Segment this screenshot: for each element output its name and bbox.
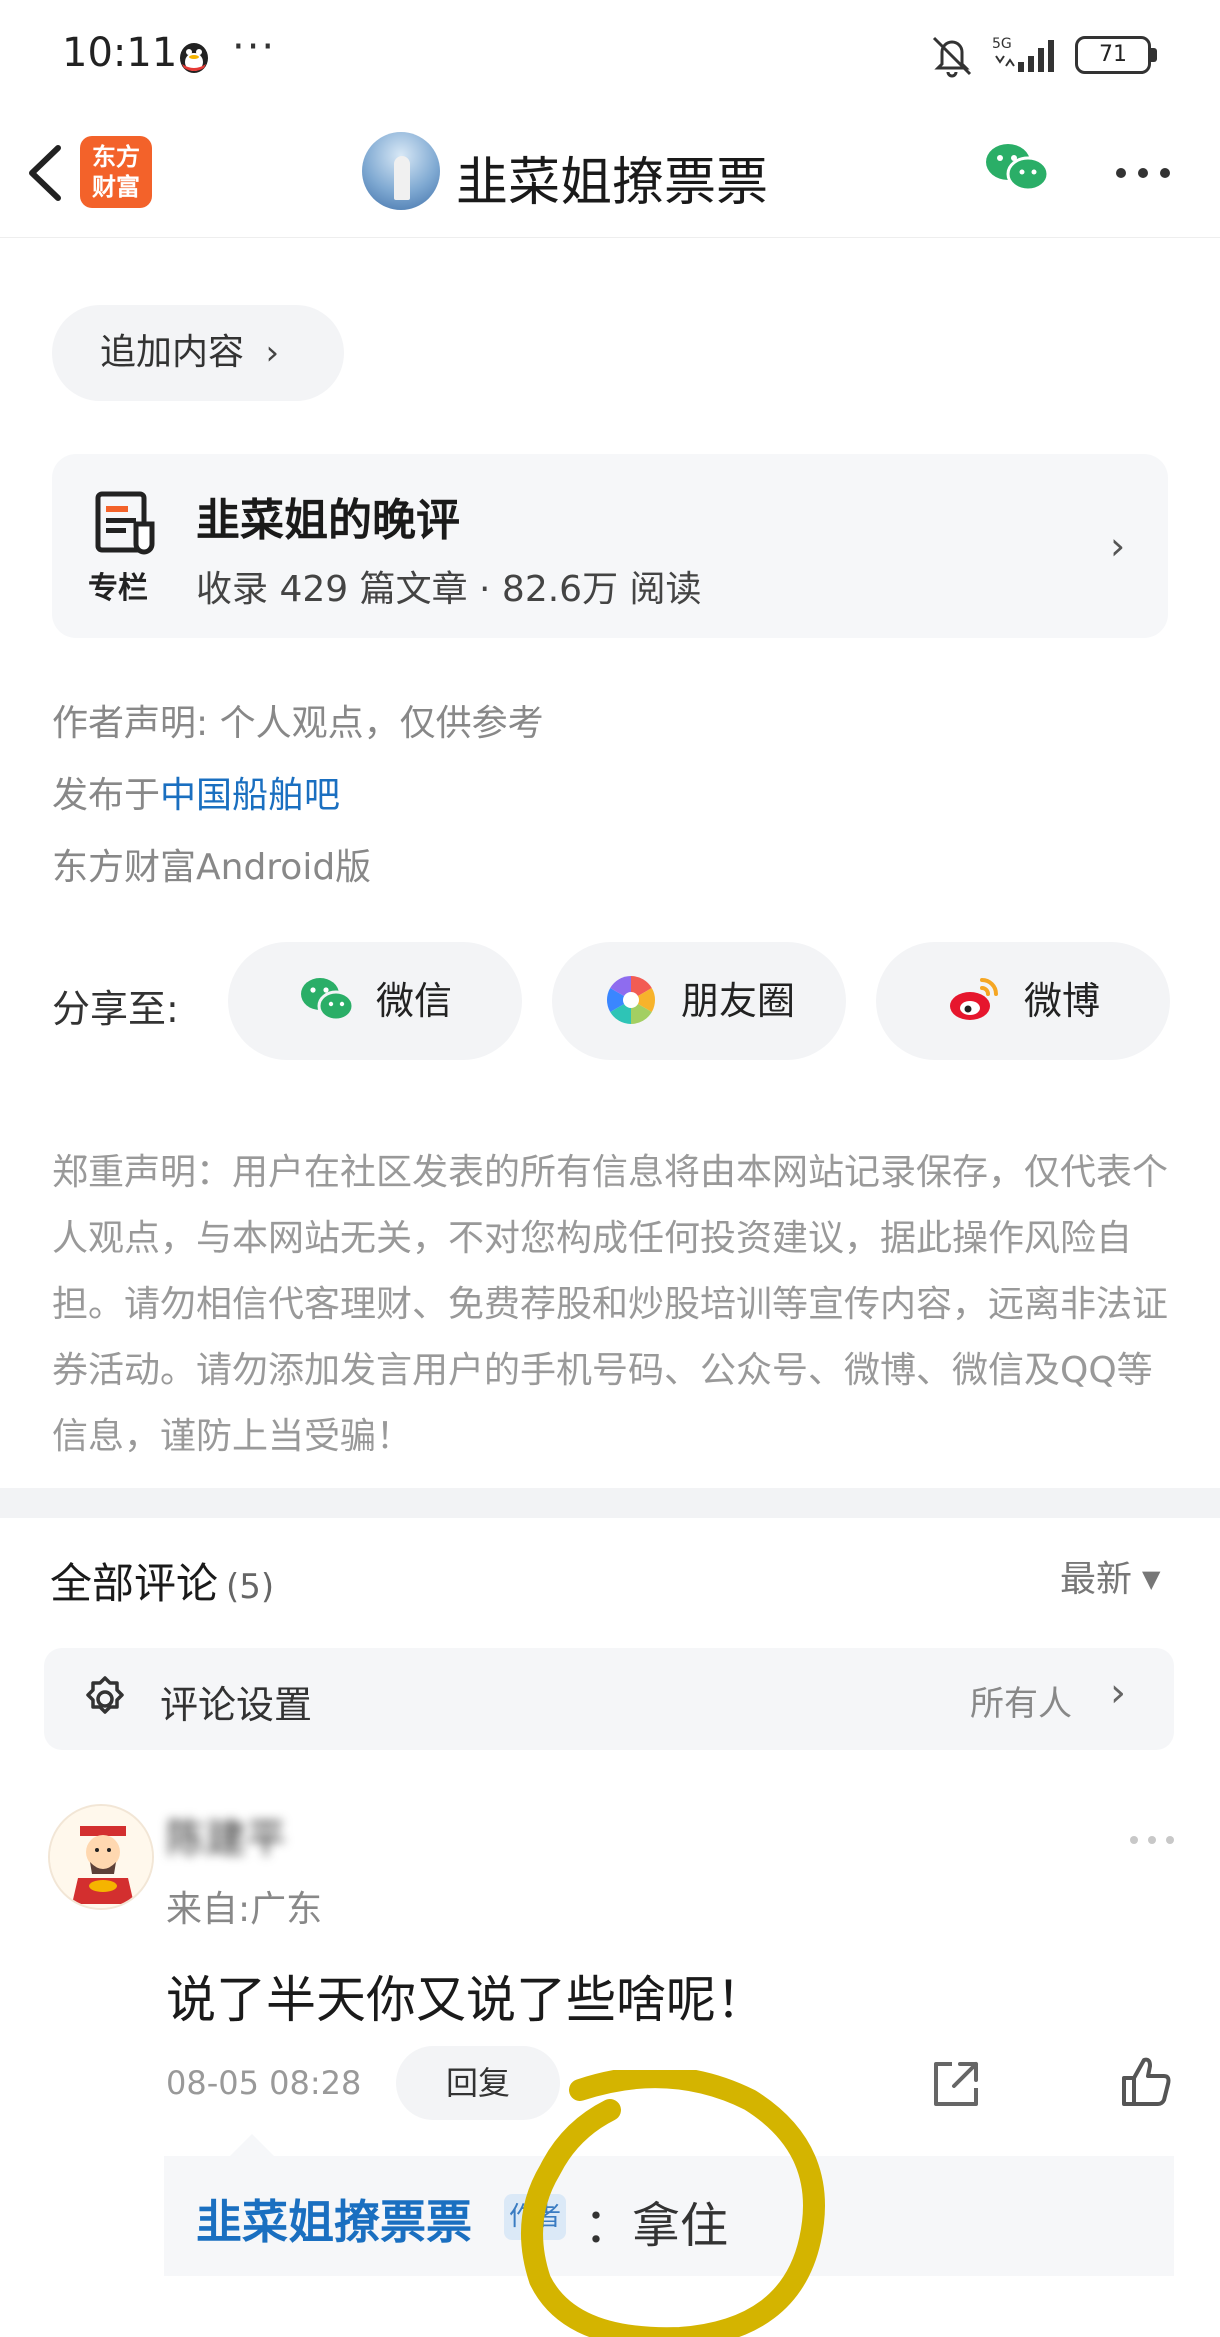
author-statement: 作者声明: 个人观点，仅供参考 (52, 703, 544, 744)
app-logo[interactable]: 东方 财富 (80, 136, 152, 208)
comment-settings-label: 评论设置 (160, 1683, 313, 1727)
append-content-label: 追加内容 (100, 332, 245, 373)
reply-author-name[interactable]: 韭菜姐撩票票 (196, 2186, 472, 2252)
signal-icon: 5G (992, 36, 1054, 72)
mute-icon (932, 36, 972, 78)
comment-time: 08-05 08:28 (166, 2064, 362, 2102)
share-icon[interactable] (928, 2056, 984, 2112)
share-moments-label: 朋友圈 (680, 979, 795, 1023)
commenter-location: 来自:广东 (166, 1889, 323, 1930)
more-icon[interactable] (1128, 1834, 1176, 1846)
board-link[interactable]: 中国船舶吧 (160, 775, 340, 816)
caret-down-icon: ▼ (1142, 1565, 1161, 1593)
share-weibo-button[interactable]: 微博 (876, 942, 1170, 1060)
page-title[interactable]: 韭菜姐撩票票 (456, 140, 768, 215)
qq-icon (180, 43, 208, 73)
comment-text: 说了半天你又说了些啥呢！ (166, 1971, 766, 2029)
published-prefix: 发布于 (52, 775, 161, 816)
app-logo-line1: 东方 (92, 143, 140, 171)
caishen-avatar-icon (50, 1806, 152, 1908)
share-moments-button[interactable]: 朋友圈 (552, 942, 846, 1060)
column-icon (95, 491, 155, 555)
chevron-right-icon: › (265, 333, 280, 373)
annotation-circle (521, 2070, 825, 2337)
commenter-avatar[interactable] (48, 1804, 154, 1910)
comments-title: 全部评论 (50, 1559, 219, 1608)
disclaimer-text: 郑重声明：用户在社区发表的所有信息将由本网站记录保存，仅代表个人观点，与本网站无… (52, 1152, 1169, 1457)
append-content-button[interactable]: 追加内容 › (52, 305, 344, 401)
author-avatar[interactable] (362, 132, 440, 210)
battery-tip (1151, 48, 1157, 62)
share-wechat-button[interactable]: 微信 (228, 942, 522, 1060)
sort-dropdown[interactable]: 最新 ▼ (1060, 1550, 1160, 1602)
wechat-icon[interactable] (984, 140, 1050, 196)
weibo-icon (949, 977, 998, 1020)
section-divider (0, 1488, 1220, 1518)
thumbs-up-icon[interactable] (1118, 2054, 1174, 2110)
wechat-icon (300, 977, 354, 1021)
app-logo-line2: 财富 (92, 173, 140, 201)
share-wechat-label: 微信 (375, 979, 452, 1023)
svg-text:5G: 5G (992, 36, 1012, 52)
commenter-name[interactable]: 陈建平 (166, 1806, 286, 1864)
source-label: 东方财富Android版 (52, 847, 372, 888)
column-icon-label: 专栏 (88, 571, 148, 606)
column-stats: 收录 429 篇文章 · 82.6万 阅读 (196, 569, 702, 610)
share-weibo-label: 微博 (1023, 979, 1100, 1023)
more-icon[interactable] (1114, 166, 1172, 180)
share-label: 分享至: (52, 987, 179, 1031)
comments-count: (5) (226, 1567, 275, 1607)
sort-label: 最新 (1060, 1559, 1133, 1600)
column-title: 韭菜姐的晚评 (196, 495, 460, 546)
chevron-right-icon: › (1110, 1670, 1126, 1716)
back-icon[interactable] (22, 142, 66, 204)
gear-icon (86, 1676, 124, 1714)
battery-indicator: 71 (1075, 36, 1151, 74)
chevron-right-icon: › (1110, 524, 1126, 568)
published-line: 发布于中国船舶吧 (52, 766, 340, 818)
moments-icon (606, 975, 655, 1024)
status-more-dots: ··· (232, 24, 277, 70)
comment-settings-value: 所有人 (970, 1684, 1072, 1724)
comments-header: 全部评论 (5) (50, 1550, 274, 1611)
status-time: 10:11 (62, 30, 178, 76)
